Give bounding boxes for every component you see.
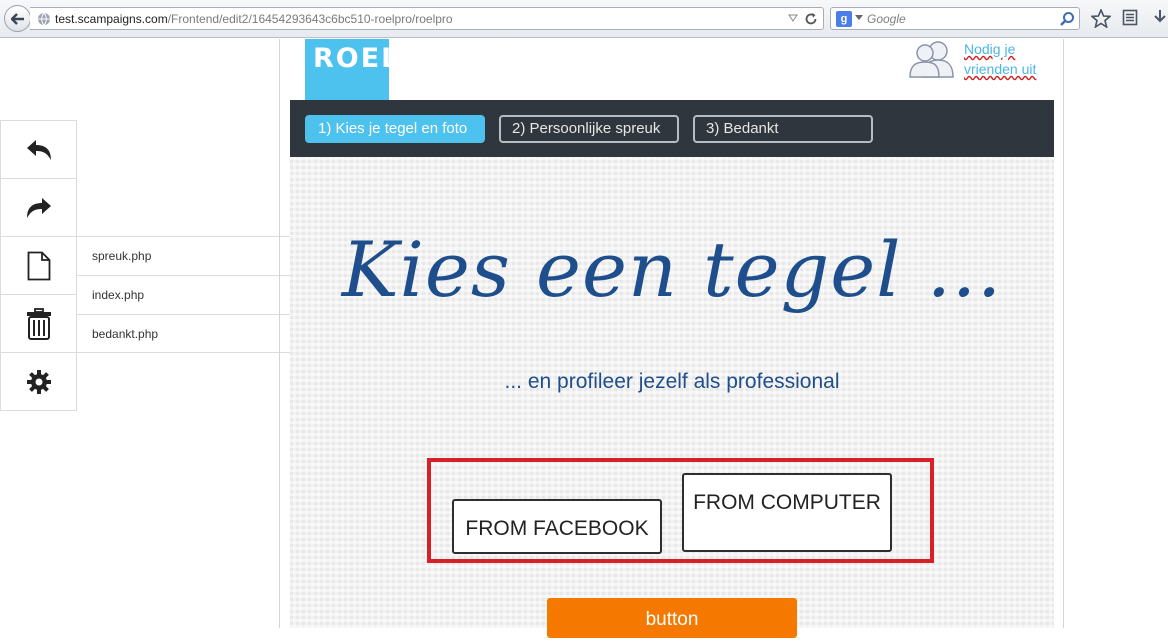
page-border-left bbox=[279, 39, 280, 628]
url-domain: test.scampaigns.com bbox=[55, 12, 168, 26]
bookmark-star-icon[interactable] bbox=[1091, 9, 1111, 28]
globe-icon bbox=[38, 12, 50, 26]
step-tab[interactable]: 2) Persoonlijke spreuk bbox=[499, 115, 679, 143]
invite-friends-link[interactable]: Nodig je vrienden uit bbox=[964, 39, 1049, 79]
url-text: test.scampaigns.com/Frontend/edit2/16454… bbox=[55, 12, 453, 26]
search-placeholder: Google bbox=[867, 12, 906, 26]
step-tab[interactable]: 3) Bedankt bbox=[693, 115, 873, 143]
subline: ... en profileer jezelf als professional bbox=[504, 370, 840, 393]
headline: Kies een tegel ... bbox=[341, 225, 1003, 314]
from-computer-button[interactable]: FROM COMPUTER bbox=[682, 473, 892, 552]
address-bar[interactable]: test.scampaigns.com/Frontend/edit2/16454… bbox=[30, 7, 824, 30]
gear-icon bbox=[26, 369, 51, 394]
file-item[interactable]: index.php bbox=[77, 276, 293, 315]
browser-toolbar: test.scampaigns.com/Frontend/edit2/16454… bbox=[0, 0, 1168, 38]
step-tab[interactable]: 1) Kies je tegel en foto bbox=[305, 115, 485, 143]
file-item[interactable]: spreuk.php bbox=[77, 237, 293, 276]
people-icon[interactable] bbox=[905, 40, 957, 78]
url-path: /Frontend/edit2/16454293643c6bc510-roelp… bbox=[167, 12, 453, 26]
page-border-right bbox=[1063, 39, 1064, 628]
content-area: Kies een tegel ... ... en profileer jeze… bbox=[290, 157, 1054, 638]
brand-logo[interactable]: ROEL bbox=[305, 39, 398, 100]
redo-icon bbox=[26, 197, 51, 218]
files-button[interactable] bbox=[0, 236, 77, 295]
steps-nav: 1) Kies je tegel en foto 2) Persoonlijke… bbox=[290, 100, 1054, 157]
undo-button[interactable] bbox=[0, 120, 77, 179]
reload-icon[interactable] bbox=[804, 12, 818, 26]
settings-button[interactable] bbox=[0, 352, 77, 411]
delete-button[interactable] bbox=[0, 294, 77, 353]
google-icon[interactable]: g bbox=[836, 11, 852, 27]
back-arrow-icon bbox=[10, 12, 24, 25]
search-icon[interactable] bbox=[1059, 11, 1075, 27]
redo-button[interactable] bbox=[0, 178, 77, 237]
download-icon[interactable] bbox=[1152, 9, 1168, 26]
file-item[interactable]: bedankt.php bbox=[77, 315, 293, 354]
trash-icon bbox=[26, 307, 51, 340]
orange-button[interactable]: button bbox=[547, 598, 797, 638]
from-facebook-button[interactable]: FROM FACEBOOK bbox=[452, 499, 662, 554]
back-button[interactable] bbox=[4, 5, 31, 32]
file-menu: spreuk.php index.php bedankt.php bbox=[76, 236, 294, 353]
file-icon bbox=[27, 251, 50, 280]
engine-dropdown-icon[interactable] bbox=[855, 13, 863, 21]
search-bar[interactable]: g Google bbox=[830, 7, 1080, 30]
bookmarks-menu-icon[interactable] bbox=[1122, 9, 1138, 26]
undo-icon bbox=[26, 139, 51, 160]
history-dropdown-icon[interactable] bbox=[788, 13, 798, 23]
